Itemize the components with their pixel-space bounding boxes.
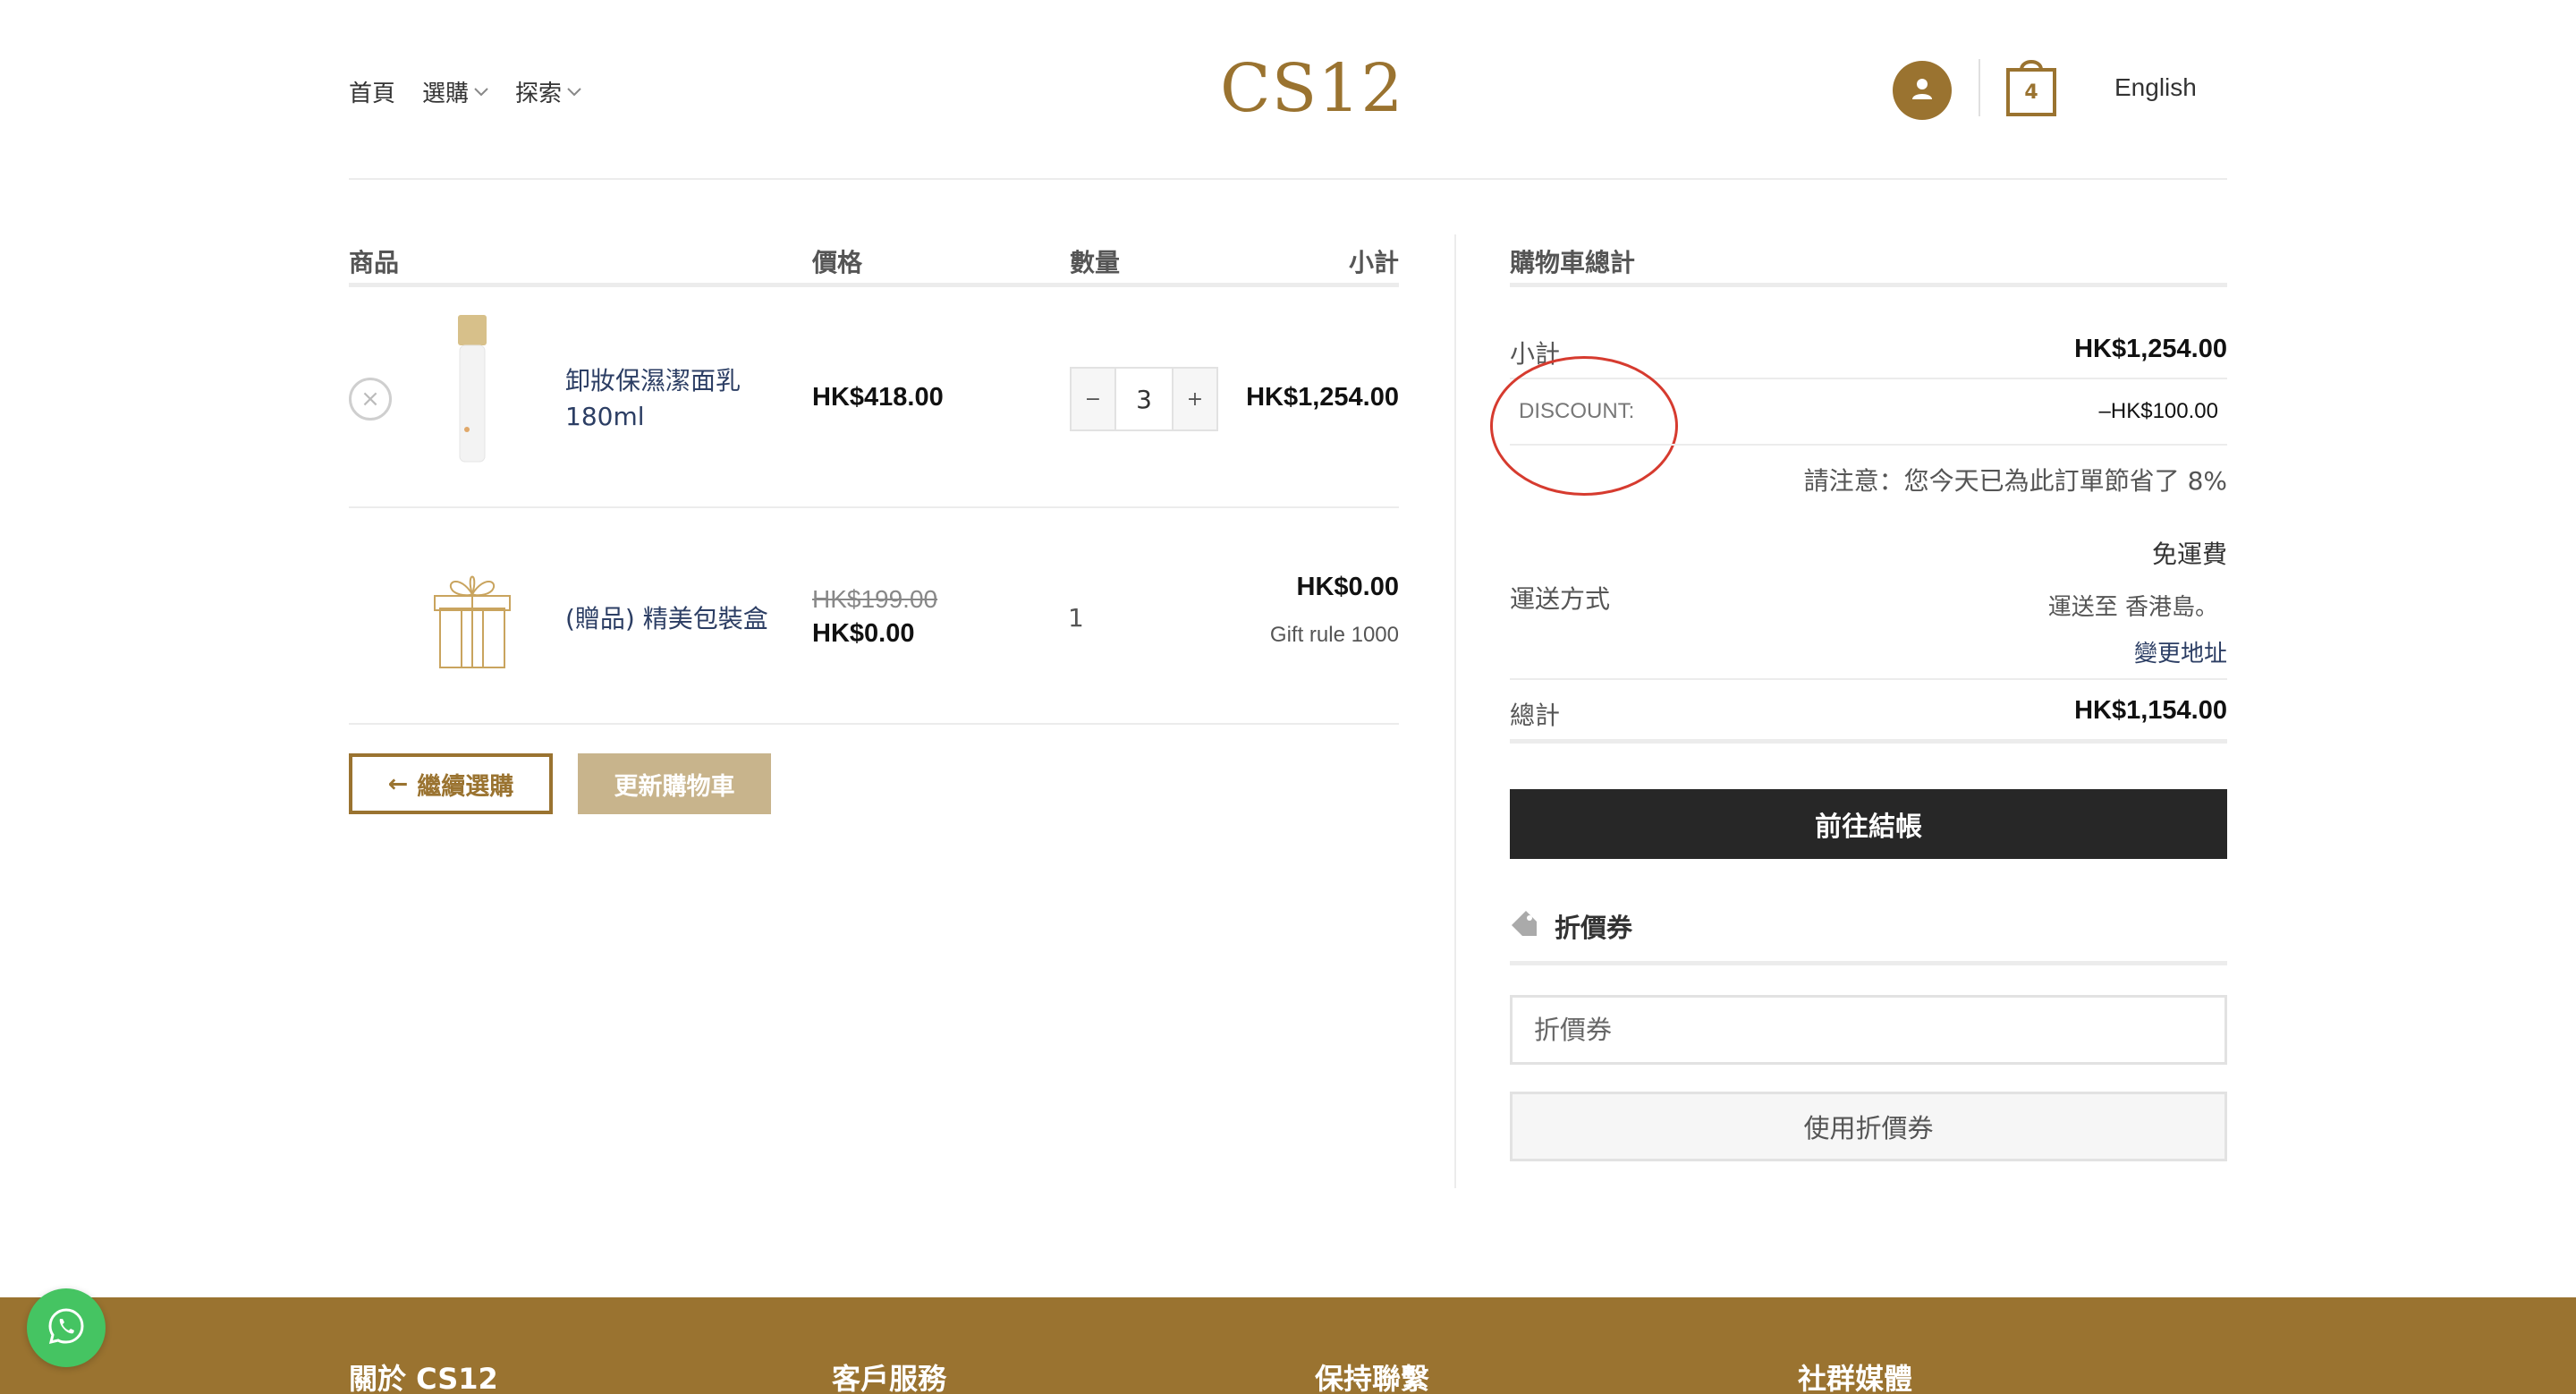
nav-item-shop[interactable]: 選購 xyxy=(422,75,488,108)
site-header: 首頁 選購 探索 CS12 4 English xyxy=(0,0,2576,180)
cart-count-badge: 4 xyxy=(2024,81,2038,104)
whatsapp-icon xyxy=(47,1306,86,1349)
nav-item-label: 選購 xyxy=(422,81,470,107)
discount-value: –HK$100.00 xyxy=(2098,399,2218,423)
totals-row-divider xyxy=(1510,678,2227,680)
close-icon: × xyxy=(360,386,380,412)
language-switcher[interactable]: English xyxy=(2114,73,2197,102)
nav-item-label: 探索 xyxy=(515,81,563,107)
quantity-input[interactable]: 3 xyxy=(1114,369,1174,429)
coupon-code-input[interactable] xyxy=(1510,995,2227,1065)
footer-heading-contact: 保持聯繫 xyxy=(1315,1362,1430,1394)
product-subtotal: HK$0.00 xyxy=(1296,573,1399,601)
update-cart-button[interactable]: 更新購物車 xyxy=(578,753,771,814)
nav-item-explore[interactable]: 探索 xyxy=(515,75,581,108)
original-price: HK$199.00 xyxy=(812,585,938,613)
nav-item-label: 首頁 xyxy=(349,81,396,107)
total-value: HK$1,154.00 xyxy=(2074,696,2227,725)
footer-heading-service: 客戶服務 xyxy=(832,1362,947,1394)
totals-header-line xyxy=(1510,283,2227,287)
saving-note: 請注意：您今天已為此訂單節省了 8% xyxy=(1803,466,2227,496)
shipping-destination: 運送至 香港島。 xyxy=(2047,594,2218,621)
product-price: HK$418.00 xyxy=(812,383,944,412)
site-logo[interactable]: CS12 xyxy=(1220,50,1403,127)
footer-heading-about: 關於 CS12 xyxy=(349,1362,498,1394)
column-header-price: 價格 xyxy=(812,248,863,277)
quantity-value: 1 xyxy=(1068,603,1084,633)
column-header-quantity: 數量 xyxy=(1070,248,1121,277)
quantity-stepper: − 3 + xyxy=(1070,367,1218,431)
nav-item-home[interactable]: 首頁 xyxy=(349,75,395,108)
product-price: HK$0.00 xyxy=(812,619,915,648)
product-name-link[interactable]: (贈品) 精美包裝盒 xyxy=(565,599,768,635)
account-button[interactable] xyxy=(1893,61,1952,120)
column-header-subtotal: 小計 xyxy=(1348,248,1399,277)
table-header-line xyxy=(349,283,1399,287)
chevron-down-icon xyxy=(567,82,581,101)
gift-rule-note: Gift rule 1000 xyxy=(1269,623,1399,647)
column-header-product: 商品 xyxy=(349,248,400,277)
coupon-title: 折價券 xyxy=(1555,913,1633,943)
continue-shopping-label: 繼續選購 xyxy=(417,772,514,801)
row-divider xyxy=(349,723,1399,725)
arrow-left-icon: ← xyxy=(387,769,409,798)
tag-icon xyxy=(1510,909,1538,944)
whatsapp-button[interactable] xyxy=(27,1288,106,1367)
coupon-header-line xyxy=(1510,961,2227,965)
annotation-circle xyxy=(1490,356,1678,496)
totals-row-divider xyxy=(1510,444,2227,446)
cart-totals-title: 購物車總計 xyxy=(1510,248,1636,277)
checkout-button[interactable]: 前往結帳 xyxy=(1510,789,2227,859)
user-icon xyxy=(1909,75,1936,106)
remove-item-button[interactable]: × xyxy=(349,378,392,421)
main-nav: 首頁 選購 探索 xyxy=(349,75,581,108)
column-divider xyxy=(1454,234,1456,1188)
total-label: 總計 xyxy=(1510,701,1561,730)
continue-shopping-button[interactable]: ← 繼續選購 xyxy=(349,753,553,814)
quantity-increase-button[interactable]: + xyxy=(1174,369,1216,429)
row-divider xyxy=(349,506,1399,508)
header-divider-line xyxy=(349,178,2227,180)
product-name-link[interactable]: 卸妝保濕潔面乳 180ml xyxy=(565,363,762,435)
shipping-method: 免運費 xyxy=(2151,540,2227,569)
product-subtotal: HK$1,254.00 xyxy=(1246,383,1399,412)
shipping-label: 運送方式 xyxy=(1510,584,1611,614)
coupon-header: 折價券 xyxy=(1510,907,1632,945)
quantity-decrease-button[interactable]: − xyxy=(1072,369,1114,429)
chevron-down-icon xyxy=(474,82,488,101)
product-image[interactable] xyxy=(447,315,497,463)
gift-box-icon[interactable] xyxy=(433,564,512,671)
header-divider xyxy=(1979,59,1980,116)
subtotal-value: HK$1,254.00 xyxy=(2074,335,2227,363)
footer-heading-social: 社群媒體 xyxy=(1798,1362,1913,1394)
totals-footer-line xyxy=(1510,739,2227,744)
change-address-link[interactable]: 變更地址 xyxy=(2134,635,2227,668)
apply-coupon-button[interactable]: 使用折價券 xyxy=(1510,1092,2227,1161)
